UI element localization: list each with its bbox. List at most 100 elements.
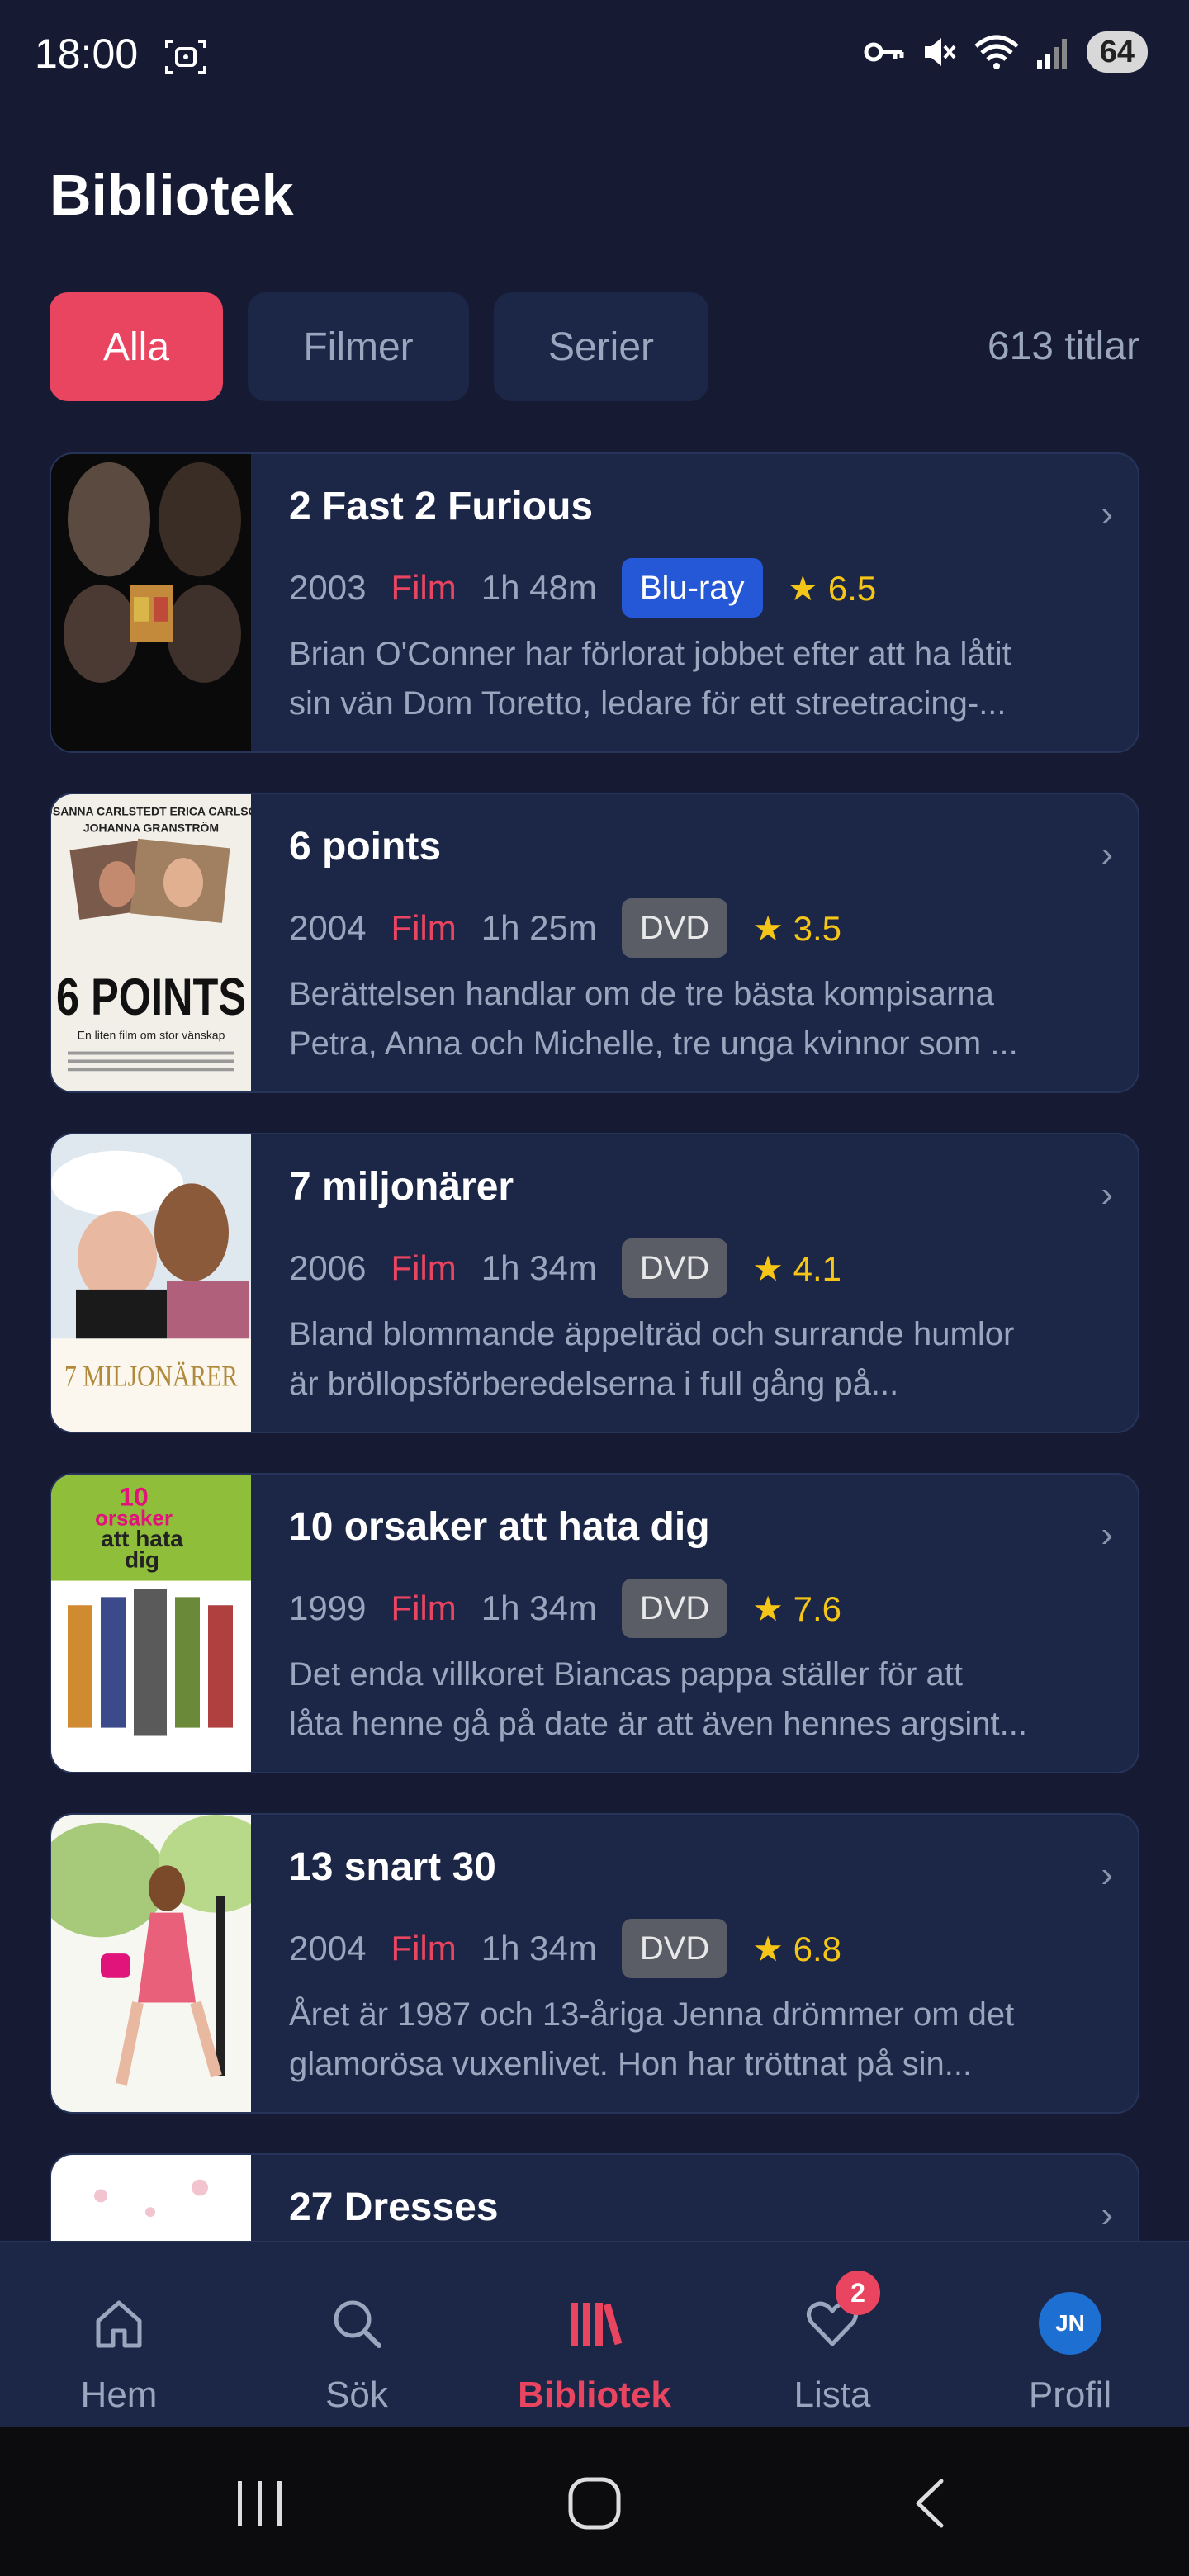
chevron-right-icon: › bbox=[1101, 494, 1113, 534]
description-line: glamorösa vuxenlivet. Hon har tröttnat p… bbox=[289, 2046, 973, 2082]
item-year: 2004 bbox=[289, 1929, 367, 1968]
item-description: Det enda villkoret Biancas pappa ställer… bbox=[289, 1650, 1115, 1749]
poster-cast: JOHANNA GRANSTRÖM bbox=[83, 822, 219, 835]
back-icon[interactable] bbox=[892, 2470, 966, 2536]
nav-item-library[interactable]: Bibliotek bbox=[476, 2242, 713, 2429]
nav-label: Profil bbox=[1028, 2375, 1112, 2415]
description-line: Bland blommande äppelträd och surrande h… bbox=[289, 1316, 1015, 1352]
nav-label: Hem bbox=[80, 2375, 158, 2415]
item-description: Året är 1987 och 13-åriga Jenna drömmer … bbox=[289, 1990, 1115, 2089]
poster-image: 10 orsaker att hata dig bbox=[51, 1475, 251, 1772]
poster-image: SUSANNA CARLSTEDT ERICA CARLSON JOHANNA … bbox=[51, 794, 251, 1091]
nav-item-list[interactable]: 2 Lista bbox=[713, 2242, 951, 2429]
recent-apps-icon[interactable] bbox=[223, 2470, 297, 2536]
item-year: 2004 bbox=[289, 908, 367, 947]
poster-image bbox=[51, 1815, 251, 2112]
bottom-navigation: Hem Sök Bibliotek 2 Lista JN Profil bbox=[0, 2241, 1189, 2427]
format-badge: Blu-ray bbox=[621, 558, 763, 618]
list-item[interactable]: SUSANNA CARLSTEDT ERICA CARLSON JOHANNA … bbox=[50, 793, 1139, 1093]
item-rating: ★ 7.6 bbox=[752, 1589, 842, 1628]
item-rating: ★ 4.1 bbox=[752, 1248, 842, 1288]
item-year: 2006 bbox=[289, 1248, 367, 1287]
title-count: 613 titlar bbox=[987, 324, 1139, 368]
card-body: 27 Dresses bbox=[289, 2185, 1105, 2234]
format-badge: DVD bbox=[621, 1579, 728, 1638]
key-icon bbox=[864, 42, 904, 62]
poster-image bbox=[51, 454, 251, 751]
list-item[interactable]: 7 MILJONÄRER 7 miljonärer 2006 Film 1h 3… bbox=[50, 1133, 1139, 1433]
format-badge: DVD bbox=[621, 1919, 728, 1978]
item-meta: 2006 Film 1h 34m DVD ★ 4.1 bbox=[289, 1238, 1105, 1298]
poster-tagline: En liten film om stor vänskap bbox=[78, 1029, 225, 1042]
item-description: Brian O'Conner har förlorat jobbet efter… bbox=[289, 629, 1115, 728]
description-line: Året är 1987 och 13-åriga Jenna drömmer … bbox=[289, 1996, 1015, 2033]
description-line: låta henne gå på date är att även hennes… bbox=[289, 1706, 1027, 1742]
nav-label: Lista bbox=[793, 2375, 871, 2415]
card-body: 7 miljonärer 2006 Film 1h 34m DVD ★ 4.1 … bbox=[289, 1164, 1105, 1409]
item-length: 1h 48m bbox=[481, 568, 597, 607]
item-title: 6 points bbox=[289, 825, 442, 869]
chevron-right-icon: › bbox=[1101, 834, 1113, 874]
library-icon bbox=[561, 2290, 628, 2356]
system-navigation-bar bbox=[0, 2427, 1189, 2576]
filter-chip-all[interactable]: Alla bbox=[50, 292, 223, 401]
description-line: sin vän Dom Toretto, ledare för ett stre… bbox=[289, 685, 1007, 722]
screenshot-icon bbox=[165, 40, 206, 74]
chevron-right-icon: › bbox=[1101, 1174, 1113, 1215]
poster-title: 7 MILJONÄRER bbox=[64, 1360, 238, 1393]
item-description: Bland blommande äppelträd och surrande h… bbox=[289, 1309, 1115, 1409]
chevron-right-icon: › bbox=[1101, 2195, 1113, 2235]
heart-icon: 2 bbox=[799, 2271, 880, 2356]
item-title: 10 orsaker att hata dig bbox=[289, 1505, 710, 1549]
item-title: 13 snart 30 bbox=[289, 1845, 496, 1889]
item-type: Film bbox=[391, 908, 457, 947]
avatar: JN bbox=[1039, 2292, 1101, 2355]
page-title: Bibliotek bbox=[50, 163, 294, 227]
description-line: är bröllopsförberedelserna i full gång p… bbox=[289, 1366, 899, 1402]
description-line: Berättelsen handlar om de tre bästa komp… bbox=[289, 976, 994, 1012]
list-item[interactable]: 10 orsaker att hata dig 10 orsaker att h… bbox=[50, 1473, 1139, 1773]
item-year: 2003 bbox=[289, 568, 367, 607]
item-title: 27 Dresses bbox=[289, 2185, 499, 2229]
list-item[interactable]: 13 snart 30 2004 Film 1h 34m DVD ★ 6.8 Å… bbox=[50, 1813, 1139, 2114]
filter-chip-films[interactable]: Filmer bbox=[248, 292, 469, 401]
card-body: 13 snart 30 2004 Film 1h 34m DVD ★ 6.8 Å… bbox=[289, 1844, 1105, 2089]
item-rating: ★ 6.5 bbox=[787, 568, 877, 608]
description-line: Det enda villkoret Biancas pappa ställer… bbox=[289, 1656, 963, 1693]
nav-item-home[interactable]: Hem bbox=[0, 2242, 238, 2429]
item-title: 2 Fast 2 Furious bbox=[289, 485, 594, 528]
avatar-icon: JN bbox=[1037, 2290, 1103, 2356]
item-length: 1h 34m bbox=[481, 1929, 597, 1968]
chevron-right-icon: › bbox=[1101, 1854, 1113, 1895]
item-title: 7 miljonärer bbox=[289, 1165, 514, 1209]
search-icon bbox=[324, 2290, 390, 2356]
chevron-right-icon: › bbox=[1101, 1514, 1113, 1555]
filter-chip-series[interactable]: Serier bbox=[494, 292, 708, 401]
item-type: Film bbox=[391, 1589, 457, 1627]
status-time: 18:00 bbox=[35, 31, 139, 77]
item-length: 1h 25m bbox=[481, 908, 597, 947]
item-rating: ★ 3.5 bbox=[752, 908, 842, 948]
item-length: 1h 34m bbox=[481, 1248, 597, 1287]
item-type: Film bbox=[391, 1929, 457, 1968]
nav-item-search[interactable]: Sök bbox=[238, 2242, 476, 2429]
card-body: 10 orsaker att hata dig 1999 Film 1h 34m… bbox=[289, 1504, 1105, 1749]
description-line: Petra, Anna och Michelle, tre unga kvinn… bbox=[289, 1025, 1018, 1062]
item-meta: 1999 Film 1h 34m DVD ★ 7.6 bbox=[289, 1579, 1105, 1638]
wifi-icon bbox=[974, 35, 1019, 69]
signal-icon bbox=[1036, 39, 1067, 69]
item-description: Berättelsen handlar om de tre bästa komp… bbox=[289, 969, 1115, 1068]
description-line: Brian O'Conner har förlorat jobbet efter… bbox=[289, 636, 1011, 672]
list-item[interactable]: 2 Fast 2 Furious 2003 Film 1h 48m Blu-ra… bbox=[50, 452, 1139, 753]
card-body: 6 points 2004 Film 1h 25m DVD ★ 3.5 Berä… bbox=[289, 824, 1105, 1068]
format-badge: DVD bbox=[621, 898, 728, 958]
battery-icon: 64 bbox=[1086, 31, 1148, 73]
nav-item-profile[interactable]: JN Profil bbox=[951, 2242, 1189, 2429]
poster-title-line: dig bbox=[125, 1547, 159, 1573]
home-button-icon[interactable] bbox=[557, 2470, 632, 2536]
card-body: 2 Fast 2 Furious 2003 Film 1h 48m Blu-ra… bbox=[289, 484, 1105, 728]
item-rating: ★ 6.8 bbox=[752, 1929, 842, 1968]
poster-cast: SUSANNA CARLSTEDT ERICA CARLSON bbox=[51, 805, 251, 818]
filter-chips: Alla Filmer Serier bbox=[50, 292, 708, 401]
nav-label: Sök bbox=[325, 2375, 388, 2415]
